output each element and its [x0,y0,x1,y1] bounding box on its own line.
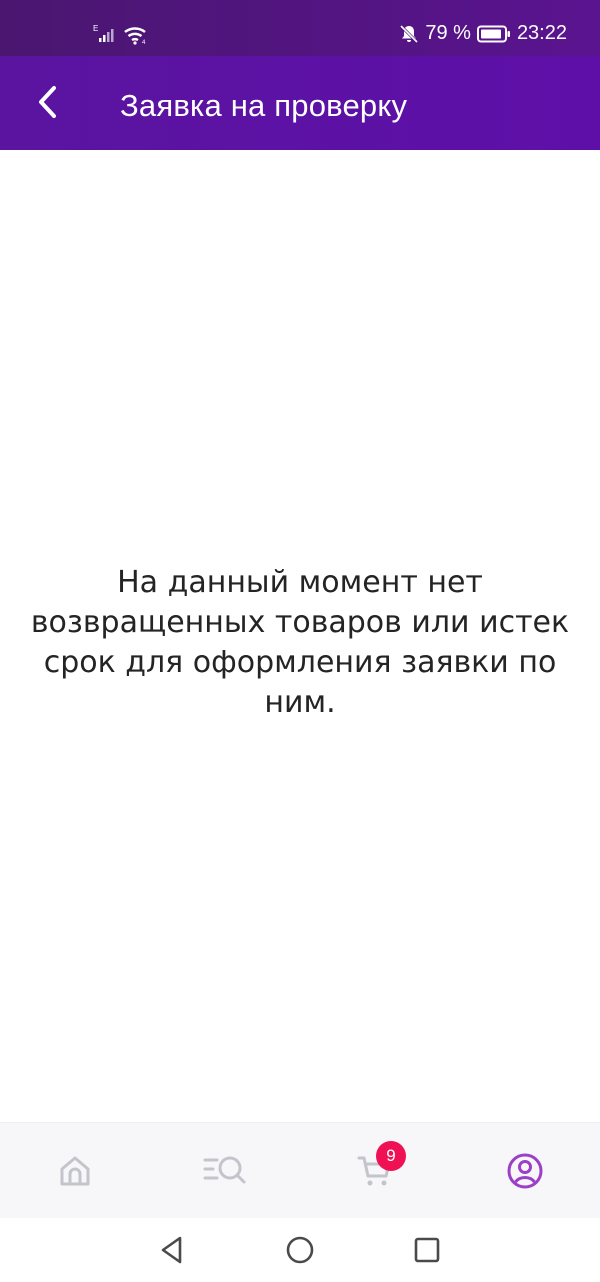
system-back-button[interactable] [152,1230,192,1270]
status-bar: E 4 79 % 23:22 [0,0,600,56]
main-content: На данный момент нет возвращенных товаро… [0,150,600,1122]
system-navigation-bar [0,1218,600,1282]
network-type-label: E [93,24,98,33]
recent-square-icon [414,1237,440,1263]
back-button[interactable] [30,84,66,120]
status-time: 23:22 [516,22,567,44]
catalog-search-icon [203,1156,246,1184]
empty-state-message: На данный момент нет возвращенных товаро… [30,565,570,720]
system-recent-apps-button[interactable] [407,1230,447,1270]
svg-text:4: 4 [142,40,146,45]
profile-icon [507,1153,543,1189]
back-triangle-icon [161,1236,182,1264]
nav-catalog-search[interactable] [150,1123,300,1219]
battery-icon [476,25,510,42]
nav-home[interactable] [0,1123,150,1219]
chevron-left-icon [39,86,56,118]
battery-percent: 79 % [425,22,471,44]
page-title: Заявка на проверку [120,88,408,123]
bell-muted-icon [400,24,419,43]
home-icon [60,1156,90,1186]
app-header: Заявка на проверку [0,56,600,150]
signal-icon: E [93,24,114,42]
bottom-navigation: 9 [0,1122,600,1218]
nav-cart[interactable]: 9 [300,1123,450,1219]
cart-badge: 9 [376,1141,406,1171]
nav-profile[interactable] [450,1123,600,1219]
wifi-icon: 4 [124,27,146,45]
system-home-button[interactable] [280,1230,320,1270]
home-circle-icon [286,1236,314,1264]
